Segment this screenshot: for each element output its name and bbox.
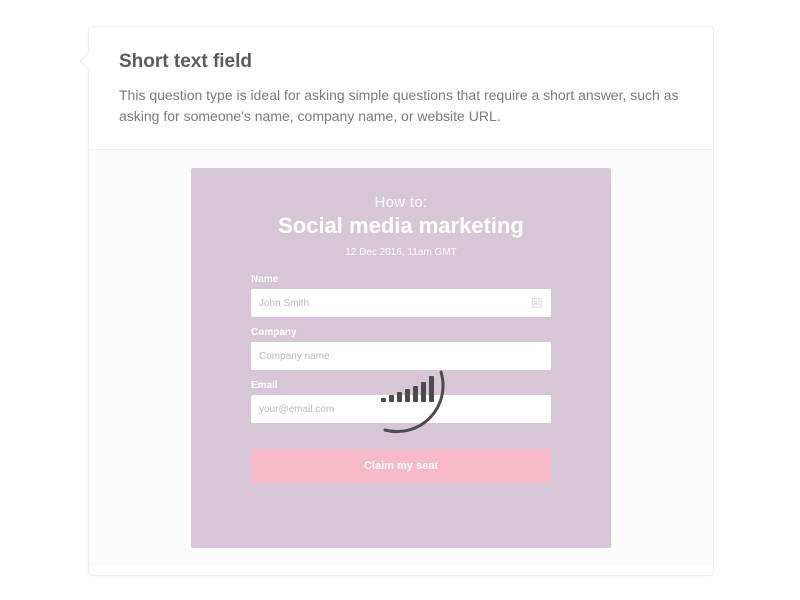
- field-email: Email: [251, 380, 551, 423]
- company-input[interactable]: [251, 342, 551, 370]
- claim-seat-button[interactable]: Claim my seat: [251, 449, 551, 483]
- preview-date: 12 Dec 2016, 11am GMT: [251, 247, 551, 258]
- contact-card-icon: [531, 296, 543, 308]
- preview-area: How to: Social media marketing 12 Dec 20…: [89, 150, 713, 566]
- card-description: This question type is ideal for asking s…: [119, 85, 679, 127]
- field-name: Name: [251, 274, 551, 317]
- info-card: Short text field This question type is i…: [88, 26, 714, 576]
- field-name-label: Name: [251, 274, 551, 285]
- name-input[interactable]: [251, 289, 551, 317]
- field-company: Company: [251, 327, 551, 370]
- card-header: Short text field This question type is i…: [89, 27, 713, 150]
- field-email-label: Email: [251, 380, 551, 391]
- preview-eyebrow: How to:: [251, 194, 551, 211]
- preview-title: Social media marketing: [251, 213, 551, 239]
- field-company-label: Company: [251, 327, 551, 338]
- card-title: Short text field: [119, 51, 683, 73]
- email-input[interactable]: [251, 395, 551, 423]
- form-preview: How to: Social media marketing 12 Dec 20…: [191, 168, 611, 548]
